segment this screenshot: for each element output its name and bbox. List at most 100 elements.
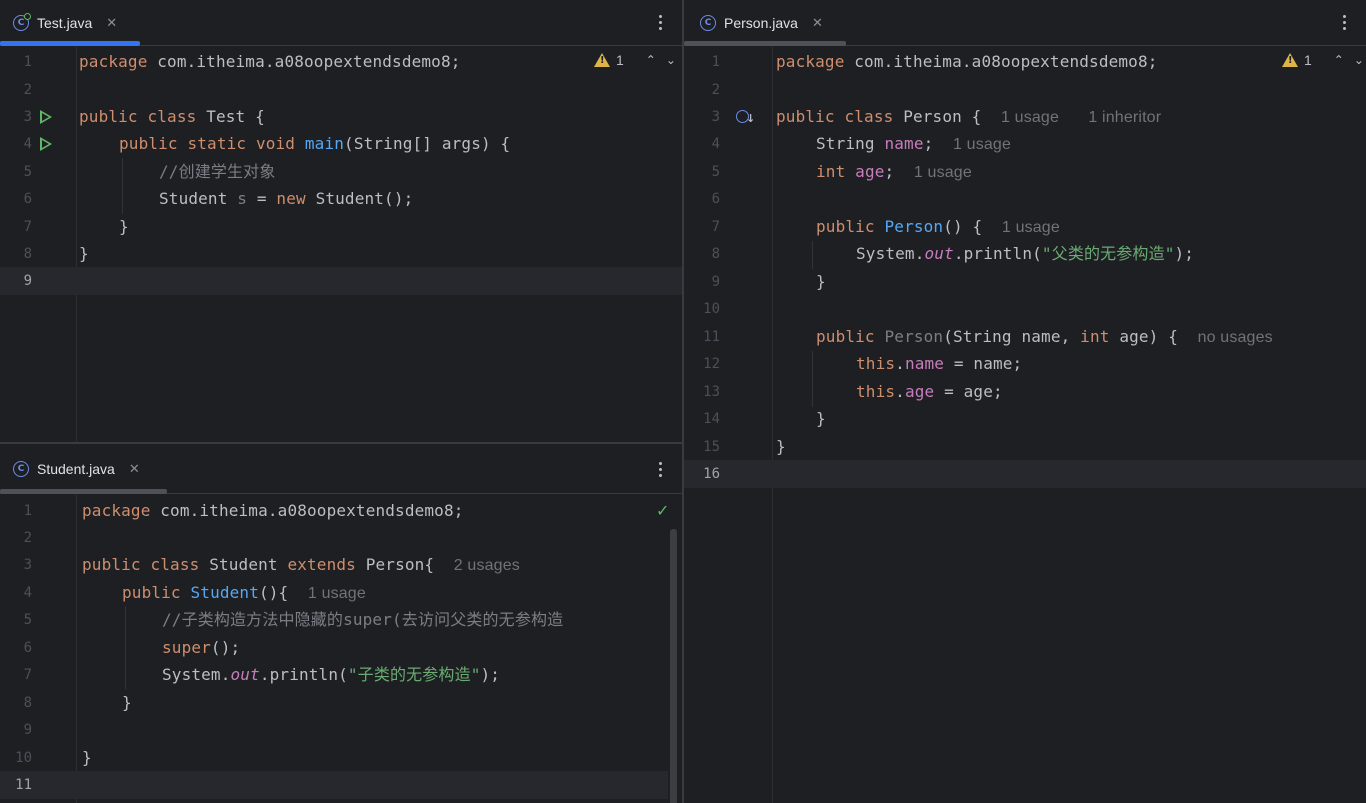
usage-hint[interactable]: 2 usages [454,557,520,574]
line-number: 8 [711,246,720,262]
code-editor[interactable]: ✓ 1 package com.itheima.a08oopextendsdem… [0,495,682,803]
line-number: 11 [703,329,720,345]
code-comment: //子类构造方法中隐藏的super(去访问父类的无参构造 [162,610,564,629]
code-line: } [816,272,826,291]
tab-indicator [0,489,167,494]
code-line: this.name = name; [856,354,1023,373]
code-line: } [79,244,89,263]
line-number: 3 [23,109,32,125]
tab-label: Person.java [724,15,798,31]
line-number: 14 [703,411,720,427]
usage-hint[interactable]: 1 usage [914,164,972,181]
code-line: this.age = age; [856,382,1003,401]
line-number: 9 [23,722,32,738]
code-line: String name; 1 usage [816,134,1011,153]
tab-bar: C Student.java ✕ [0,444,682,494]
line-number: 6 [711,191,720,207]
line-number: 2 [711,82,720,98]
line-number: 16 [703,466,720,482]
line-number: 7 [23,219,32,235]
code-comment: //创建学生对象 [159,162,276,181]
code-line: } [776,437,786,456]
code-editor[interactable]: 1 ⌃ ⌄ 1 package com.itheima.a08oopextend… [684,47,1366,803]
line-number: 8 [23,246,32,262]
line-number: 12 [703,356,720,372]
line-number: 9 [711,274,720,290]
code-line: public class Person { 1 usage 1 inherito… [776,107,1162,126]
code-line: int age; 1 usage [816,162,972,181]
line-number: 1 [23,503,32,519]
code-line: public class Test { [79,107,265,126]
usage-hint[interactable]: no usages [1198,329,1273,346]
more-options-icon[interactable] [1338,10,1350,34]
tab-bar: C Test.java ✕ [0,0,682,46]
close-icon[interactable]: ✕ [106,16,117,31]
code-line: public Student(){ 1 usage [122,583,366,602]
line-number: 6 [23,191,32,207]
run-class-icon[interactable] [40,110,52,124]
line-number: 9 [23,273,32,289]
line-number: 4 [23,585,32,601]
line-number: 10 [703,301,720,317]
tab-person-java[interactable]: C Person.java ✕ [684,0,823,46]
line-number: 2 [23,530,32,546]
more-options-icon[interactable] [654,10,666,34]
code-line: public static void main(String[] args) { [119,134,511,153]
class-run-icon: C [13,13,31,31]
person-editor-pane: C Person.java ✕ 1 ⌃ ⌄ 1 package com.ithe… [684,0,1366,803]
line-number: 11 [15,777,32,793]
line-number: 5 [711,164,720,180]
code-line: package com.itheima.a08oopextendsdemo8; [82,501,464,520]
code-line: super(); [162,638,241,657]
implemented-icon[interactable] [736,110,755,125]
line-number: 3 [711,109,720,125]
code-line: System.out.println("父类的无参构造"); [856,244,1195,263]
tab-indicator [684,41,846,46]
code-line: } [816,409,826,428]
close-icon[interactable]: ✕ [812,16,823,31]
code-line: System.out.println("子类的无参构造"); [162,665,501,684]
line-number: 8 [23,695,32,711]
code-line: } [82,748,92,767]
line-number: 5 [23,612,32,628]
tab-label: Test.java [37,15,93,31]
run-main-icon[interactable] [40,137,52,151]
more-options-icon[interactable] [654,457,666,481]
code-editor[interactable]: 1 ⌃ ⌄ 1 package com.itheima.a08oopextend… [0,47,682,443]
code-line: } [119,217,129,236]
code-line: public class Student extends Person{ 2 u… [82,555,520,574]
line-number: 13 [703,384,720,400]
usage-hint[interactable]: 1 usage [1001,109,1059,126]
line-number: 5 [23,164,32,180]
line-number: 2 [23,82,32,98]
line-number: 1 [711,54,720,70]
code-line: public Person() { 1 usage [816,217,1060,236]
test-editor-pane: C Test.java ✕ 1 ⌃ ⌄ 1 package com.itheim… [0,0,682,443]
code-line: } [122,693,132,712]
code-line: public Person(String name, int age) { no… [816,327,1273,346]
class-icon: C [700,15,716,31]
code-line: package com.itheima.a08oopextendsdemo8; [79,52,461,71]
tab-student-java[interactable]: C Student.java ✕ [0,444,140,494]
code-line: Student s = new Student(); [159,189,414,208]
inheritor-hint[interactable]: 1 inheritor [1088,109,1161,126]
line-number: 10 [15,750,32,766]
student-editor-pane: C Student.java ✕ ✓ 1 package com.itheima… [0,444,682,803]
usage-hint[interactable]: 1 usage [308,585,366,602]
line-number: 7 [23,667,32,683]
line-number: 3 [23,557,32,573]
active-tab-indicator [0,41,140,46]
tab-test-java[interactable]: C Test.java ✕ [0,0,117,46]
line-number: 15 [703,439,720,455]
line-number: 7 [711,219,720,235]
close-icon[interactable]: ✕ [129,462,140,477]
tab-label: Student.java [37,461,115,477]
line-number: 4 [711,136,720,152]
tab-bar: C Person.java ✕ [684,0,1366,46]
line-number: 4 [23,136,32,152]
usage-hint[interactable]: 1 usage [1002,219,1060,236]
line-number: 1 [23,54,32,70]
line-number: 6 [23,640,32,656]
class-icon: C [13,461,29,477]
usage-hint[interactable]: 1 usage [953,136,1011,153]
